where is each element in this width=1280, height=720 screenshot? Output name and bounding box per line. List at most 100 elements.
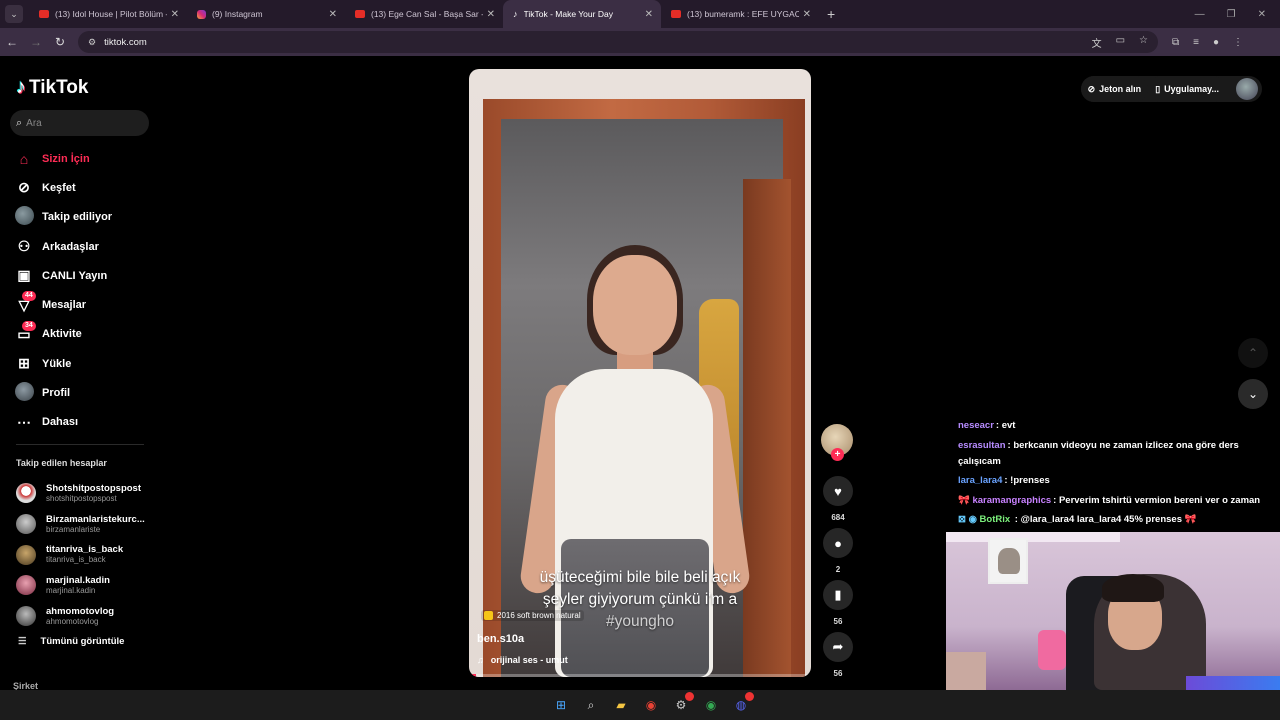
close-icon[interactable]: ✕: [329, 9, 337, 20]
sidebar-divider: [16, 444, 144, 445]
effect-icon: [484, 611, 493, 620]
chrome-profile-icon[interactable]: ◉: [702, 696, 720, 714]
chrome-icon[interactable]: ◉: [642, 696, 660, 714]
sidebar-item-for-you[interactable]: ⌂ Sizin İçin: [14, 144, 112, 173]
account-handle: titanriva_is_back: [46, 555, 106, 565]
sidebar-item-activity[interactable]: ▭ 34 Aktivite: [14, 320, 112, 349]
back-icon[interactable]: ←: [0, 35, 24, 49]
close-icon[interactable]: ✕: [645, 9, 653, 20]
browser-tab-strip: ⌄ (13) Idol House | Pilot Bölüm - Y ✕ (9…: [0, 0, 1280, 28]
tiktok-logo[interactable]: ♪ TikTok: [16, 76, 88, 99]
see-all-button[interactable]: ☰ Tümünü görüntüle: [18, 636, 124, 647]
next-video-button[interactable]: ⌄: [1238, 379, 1268, 409]
following-account[interactable]: titanriva_is_back titanriva_is_back: [16, 539, 156, 570]
following-account[interactable]: Shotshitpostopspost shotshitpostopspost: [16, 478, 156, 509]
video-person-face: [593, 255, 677, 355]
windows-start-icon[interactable]: ⊞: [552, 696, 570, 714]
bookmark-star-icon[interactable]: ☆: [1139, 35, 1148, 50]
chevron-down-icon: ⌄: [1247, 387, 1259, 401]
chevron-up-icon: ⌃: [1247, 346, 1259, 360]
get-app-button[interactable]: ▯ Uygulamay...: [1148, 76, 1226, 102]
following-account[interactable]: Birzamanlaristekurc... birzamanlariste: [16, 509, 156, 540]
tab-title: (13) bumeramk : EFE UYGAC AK: [687, 9, 799, 19]
restore-icon[interactable]: ❐: [1227, 9, 1236, 20]
browser-tab[interactable]: (13) bumeramk : EFE UYGAC AK ✕: [661, 0, 819, 28]
video-actions: + ♥ 684 ● 2 ▮ 56 ➦ 56: [821, 424, 855, 678]
tab-search-icon[interactable]: ⌄: [5, 5, 23, 23]
url-input[interactable]: ⚙ tiktok.com 文 ▭ ☆: [78, 31, 1158, 53]
sidebar-item-following[interactable]: Takip ediliyor: [14, 203, 112, 232]
new-tab-icon[interactable]: +: [827, 6, 835, 22]
account-handle: ahmomotovlog: [46, 616, 99, 626]
browser-tab-active[interactable]: ♪ TikTok - Make Your Day ✕: [503, 0, 661, 28]
minimize-icon[interactable]: —: [1195, 9, 1205, 20]
coin-icon: ⊘: [1087, 83, 1096, 94]
video-player[interactable]: üşüteceğimi bile bile beli açık şeyler g…: [469, 69, 811, 677]
chat-text: : !prenses: [1004, 475, 1050, 486]
sidebar-item-explore[interactable]: ⊘ Keşfet: [14, 173, 112, 202]
account-name: Birzamanlaristekurc...: [46, 513, 145, 525]
close-icon[interactable]: ✕: [487, 9, 495, 20]
menu-kebab-icon[interactable]: ⋮: [1233, 37, 1243, 48]
sidebar-item-upload[interactable]: ⊞ Yükle: [14, 349, 112, 378]
video-progress-bar[interactable]: [469, 674, 811, 677]
close-window-icon[interactable]: ✕: [1258, 9, 1266, 20]
tab-title: TikTok - Make Your Day: [523, 9, 613, 19]
reload-icon[interactable]: ↻: [48, 35, 72, 49]
media-icon[interactable]: ≡: [1193, 37, 1199, 48]
search-input[interactable]: ⌕ Ara: [10, 110, 149, 136]
bookmark-icon: ▮: [823, 580, 853, 610]
app-icon[interactable]: ⚙: [672, 692, 694, 714]
video-sound[interactable]: ♫ orijinal ses - umut: [477, 655, 568, 665]
browser-tab[interactable]: (13) Ege Can Sal - Başa Sar - Yo ✕: [345, 0, 503, 28]
avatar: [16, 606, 36, 627]
tab-title: (13) Idol House | Pilot Bölüm - Y: [55, 9, 167, 19]
get-coins-button[interactable]: ⊘ Jeton alın: [1080, 76, 1149, 102]
following-account[interactable]: marjinal.kadin marjinal.kadin: [16, 570, 156, 601]
like-button[interactable]: ♥ 684: [822, 476, 854, 522]
share-count: 56: [833, 669, 843, 678]
share-button[interactable]: ➦ 56: [822, 632, 854, 678]
follow-plus-icon[interactable]: +: [831, 448, 844, 461]
compass-icon: ⊘: [18, 179, 30, 196]
account-name: marjinal.kadin: [46, 574, 110, 586]
previous-video-button[interactable]: ⌃: [1238, 338, 1268, 368]
sidebar-item-label: Dahası: [42, 416, 79, 429]
os-taskbar: ⊞ ⌕ ▰ ◉ ⚙ ◉ ◍: [0, 690, 1280, 720]
browser-tab[interactable]: (9) Instagram ✕: [187, 0, 345, 28]
close-icon[interactable]: ✕: [171, 9, 179, 20]
sidebar-item-live[interactable]: ▣ CANLI Yayın: [14, 261, 112, 290]
creator-avatar[interactable]: +: [821, 424, 853, 461]
like-count: 684: [831, 513, 845, 522]
file-explorer-icon[interactable]: ▰: [612, 696, 630, 714]
video-author[interactable]: ben.s10a: [477, 633, 524, 645]
account-name: Shotshitpostopspost: [46, 482, 141, 494]
webcam-chair-accent: [1038, 630, 1066, 670]
discord-icon[interactable]: ◍: [732, 692, 754, 714]
sidebar-item-messages[interactable]: ▽ 44 Mesajlar: [14, 290, 112, 319]
cast-icon[interactable]: ▭: [1116, 35, 1125, 50]
translate-icon[interactable]: 文: [1092, 35, 1102, 50]
logo-text: TikTok: [29, 76, 89, 98]
extensions-icon[interactable]: ⧉: [1172, 37, 1179, 48]
save-button[interactable]: ▮ 56: [822, 580, 854, 626]
following-account[interactable]: ahmomotovlog ahmomotovlog: [16, 601, 156, 632]
forward-icon[interactable]: →: [24, 35, 48, 49]
sidebar-item-more[interactable]: ⋯ Dahası: [14, 408, 112, 437]
sidebar-item-profile[interactable]: Profil: [14, 378, 112, 407]
browser-tab[interactable]: (13) Idol House | Pilot Bölüm - Y ✕: [29, 0, 187, 28]
sidebar-menu: ⌂ Sizin İçin ⊘ Keşfet Takip ediliyor ⚇ A…: [14, 144, 112, 437]
chat-username: esrasultan: [958, 439, 1006, 451]
sidebar-item-friends[interactable]: ⚇ Arkadaşlar: [14, 232, 112, 261]
profile-icon[interactable]: ●: [1213, 37, 1219, 48]
chat-message: lara_lara4: !prenses: [958, 473, 1280, 489]
site-info-icon[interactable]: ⚙: [88, 37, 96, 48]
close-icon[interactable]: ✕: [803, 9, 811, 20]
comment-button[interactable]: ● 2: [822, 528, 854, 574]
user-avatar[interactable]: [1236, 78, 1258, 100]
avatar: [16, 544, 36, 565]
instagram-icon: [197, 9, 206, 19]
effect-tag[interactable]: 2016 soft brown natural: [481, 610, 584, 621]
search-icon[interactable]: ⌕: [582, 696, 600, 714]
chat-message: esrasultan: berkcanın videoyu ne zaman i…: [958, 438, 1280, 470]
